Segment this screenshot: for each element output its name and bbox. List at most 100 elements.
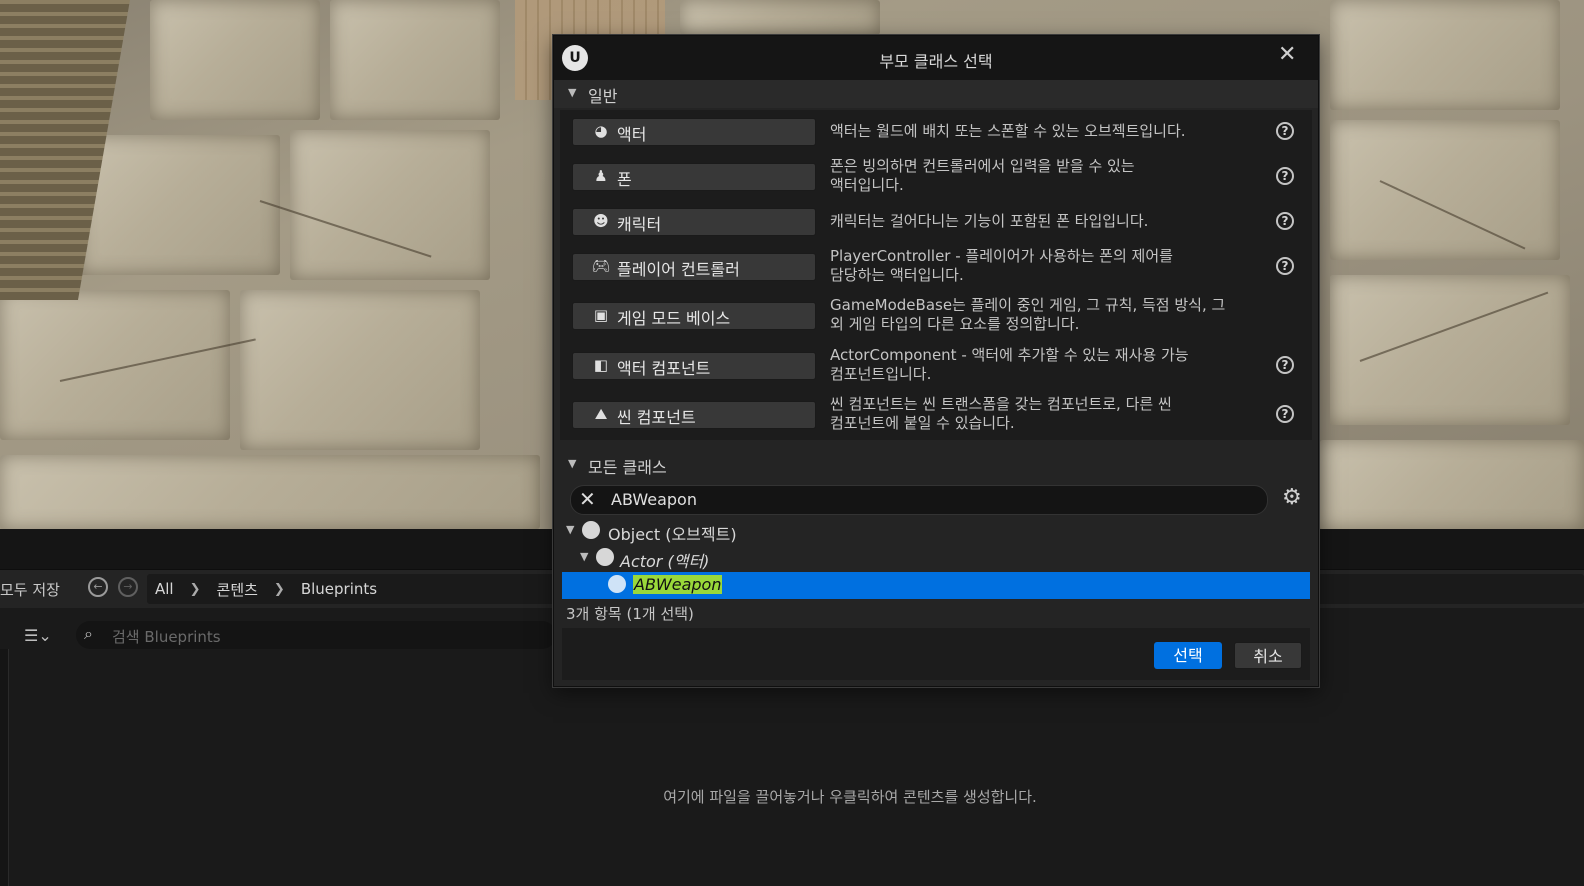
tree-item-label: Actor [620, 552, 663, 571]
common-classes-list: ◕ 액터 액터는 월드에 배치 또는 스폰할 수 있는 오브젝트입니다. ? ♟… [560, 110, 1312, 440]
tree-item-object[interactable]: ▼ Object (오브젝트) [562, 518, 1310, 545]
search-value: ABWeapon [611, 490, 697, 509]
help-icon[interactable]: ? [1276, 212, 1294, 230]
pawn-class-button[interactable]: ♟ 폰 [572, 163, 816, 191]
dialog-title-bar: U 부모 클래스 선택 ✕ [554, 36, 1318, 80]
floor-tile [150, 0, 320, 120]
class-description: 씬 컴포넌트는 씬 트랜스폼을 갖는 컴포넌트로, 다른 씬 컴포넌트에 붙일 수… [830, 395, 1270, 433]
player-controller-class-button[interactable]: 🎮︎ 플레이어 컨트롤러 [572, 253, 816, 281]
class-description: 캐릭터는 걸어다니는 기능이 포함된 폰 타입입니다. [830, 212, 1270, 231]
character-icon: ☻ [593, 212, 609, 230]
chevron-right-icon[interactable]: ❯ [266, 582, 293, 597]
class-button-label: 액터 [617, 125, 647, 144]
class-row-pawn: ♟ 폰 폰은 빙의하면 컨트롤러에서 입력을 받을 수 있는 액터입니다. ? [560, 157, 1312, 207]
all-classes-header[interactable]: ▼ 모든 클래스 [554, 451, 1318, 479]
character-class-button[interactable]: ☻ 캐릭터 [572, 208, 816, 236]
floor-tile [0, 455, 540, 529]
class-row-character: ☻ 캐릭터 캐릭터는 걸어다니는 기능이 포함된 폰 타입입니다. ? [560, 204, 1312, 252]
tree-item-abweapon[interactable]: ABWeapon [562, 572, 1310, 599]
class-button-label: 씬 컴포넌트 [617, 408, 696, 427]
description-line: 담당하는 액터입니다. [830, 266, 964, 284]
floor-tile [80, 135, 280, 275]
help-icon[interactable]: ? [1276, 122, 1294, 140]
chevron-right-icon[interactable]: ❯ [182, 582, 209, 597]
scene-component-icon: ⛰ [594, 405, 608, 423]
class-button-label: 액터 컴포넌트 [617, 359, 711, 378]
floor-tile [1330, 120, 1560, 260]
tree-item-label: Object [608, 525, 661, 544]
class-description: GameModeBase는 플레이 중인 게임, 그 규칙, 득점 방식, 그외… [830, 296, 1270, 334]
back-arrow-icon[interactable]: ← [88, 577, 108, 597]
collapse-triangle-icon[interactable]: ▼ [568, 86, 576, 99]
search-placeholder: 검색 Blueprints [112, 628, 221, 646]
actor-component-icon: ◧ [593, 356, 609, 374]
class-button-label: 폰 [617, 170, 632, 189]
actor-icon: ◕ [594, 122, 608, 140]
breadcrumb-content[interactable]: 콘텐츠 [209, 579, 266, 600]
tree-item-suffix: (오브젝트) [665, 525, 737, 544]
expand-triangle-icon[interactable]: ▼ [580, 550, 588, 563]
class-button-label: 플레이어 컨트롤러 [617, 260, 740, 279]
select-button[interactable]: 선택 [1154, 642, 1222, 669]
class-tree: ▼ Object (오브젝트) ▼ Actor (액터) ABWeapon [562, 518, 1310, 599]
dialog-title: 부모 클래스 선택 [879, 52, 993, 71]
help-icon[interactable]: ? [1276, 405, 1294, 423]
actor-class-button[interactable]: ◕ 액터 [572, 118, 816, 146]
expand-triangle-icon[interactable]: ▼ [566, 523, 574, 536]
class-row-actor: ◕ 액터 액터는 월드에 배치 또는 스폰할 수 있는 오브젝트입니다. ? [560, 114, 1312, 162]
description-line: PlayerController - 플레이어가 사용하는 폰의 제어를 [830, 247, 1173, 265]
description-line: 외 게임 타입의 다른 요소를 정의합니다. [830, 315, 1080, 333]
gamepad-icon: 🎮︎ [591, 257, 611, 275]
class-row-scene-component: ⛰ 씬 컴포넌트 씬 컴포넌트는 씬 트랜스폼을 갖는 컴포넌트로, 다른 씬컴… [560, 395, 1312, 445]
floor-tile [680, 0, 880, 35]
object-icon [582, 521, 600, 539]
description-line: 씬 컴포넌트는 씬 트랜스폼을 갖는 컴포넌트로, 다른 씬 [830, 395, 1172, 413]
filter-icon[interactable]: ☰⌄ [24, 626, 52, 645]
item-count: 3개 항목 (1개 선택) [566, 605, 694, 623]
description-line: 폰은 빙의하면 컨트롤러에서 입력을 받을 수 있는 [830, 157, 1135, 175]
class-description: PlayerController - 플레이어가 사용하는 폰의 제어를 담당하는… [830, 247, 1270, 285]
floor-tile [330, 0, 500, 120]
floor-tile [240, 290, 480, 450]
cancel-button[interactable]: 취소 [1234, 642, 1302, 669]
close-icon[interactable]: ✕ [1278, 42, 1296, 67]
actor-icon [596, 548, 614, 566]
class-row-player-controller: 🎮︎ 플레이어 컨트롤러 PlayerController - 플레이어가 사용… [560, 247, 1312, 297]
class-row-game-mode-base: ▣ 게임 모드 베이스 GameModeBase는 플레이 중인 게임, 그 규… [560, 296, 1312, 346]
section-label: 모든 클래스 [588, 458, 667, 477]
class-row-actor-component: ◧ 액터 컴포넌트 ActorComponent - 액터에 추가할 수 있는 … [560, 346, 1312, 396]
asset-search-input[interactable]: ⌕ 검색 Blueprints [76, 621, 556, 649]
actor-component-class-button[interactable]: ◧ 액터 컴포넌트 [572, 352, 816, 380]
tree-item-actor[interactable]: ▼ Actor (액터) [562, 545, 1310, 572]
breadcrumb-all[interactable]: All [147, 580, 182, 598]
description-line: ActorComponent - 액터에 추가할 수 있는 재사용 가능 [830, 346, 1189, 364]
game-mode-base-class-button[interactable]: ▣ 게임 모드 베이스 [572, 302, 816, 330]
common-classes-header[interactable]: ▼ 일반 [554, 80, 1318, 108]
floor-tile [0, 290, 230, 440]
scene-component-class-button[interactable]: ⛰ 씬 컴포넌트 [572, 401, 816, 429]
pick-parent-class-dialog: U 부모 클래스 선택 ✕ ▼ 일반 ◕ 액터 액터는 월드에 배치 또는 스폰… [553, 35, 1319, 687]
help-icon[interactable]: ? [1276, 167, 1294, 185]
class-description: ActorComponent - 액터에 추가할 수 있는 재사용 가능 컴포넌트… [830, 346, 1270, 384]
description-line: GameModeBase는 플레이 중인 게임, 그 규칙, 득점 방식, 그 [830, 296, 1226, 314]
description-line: 액터입니다. [830, 176, 904, 194]
sources-panel-edge [0, 649, 9, 886]
help-icon[interactable]: ? [1276, 356, 1294, 374]
class-description: 폰은 빙의하면 컨트롤러에서 입력을 받을 수 있는 액터입니다. [830, 157, 1270, 195]
save-all-button[interactable]: 모두 저장 [0, 579, 60, 600]
breadcrumb-blueprints[interactable]: Blueprints [293, 580, 385, 598]
help-icon[interactable]: ? [1276, 257, 1294, 275]
blueprint-icon [608, 575, 626, 593]
clear-search-icon[interactable]: ✕ [579, 487, 596, 511]
description-line: 캐릭터는 걸어다니는 기능이 포함된 폰 타입입니다. [830, 212, 1149, 230]
gear-icon[interactable]: ⚙ [1282, 485, 1302, 510]
collapse-triangle-icon[interactable]: ▼ [568, 457, 576, 470]
forward-arrow-icon[interactable]: → [118, 577, 138, 597]
floor-tile [1330, 0, 1560, 110]
pawn-icon: ♟ [594, 167, 608, 185]
empty-content-message: 여기에 파일을 끌어놓거나 우클릭하여 콘텐츠를 생성합니다. [663, 788, 1037, 806]
class-description: 액터는 월드에 배치 또는 스폰할 수 있는 오브젝트입니다. [830, 122, 1270, 141]
section-label: 일반 [588, 87, 618, 106]
class-search-input[interactable]: ✕ ABWeapon [570, 485, 1268, 515]
search-icon: ⌕ [84, 624, 93, 643]
